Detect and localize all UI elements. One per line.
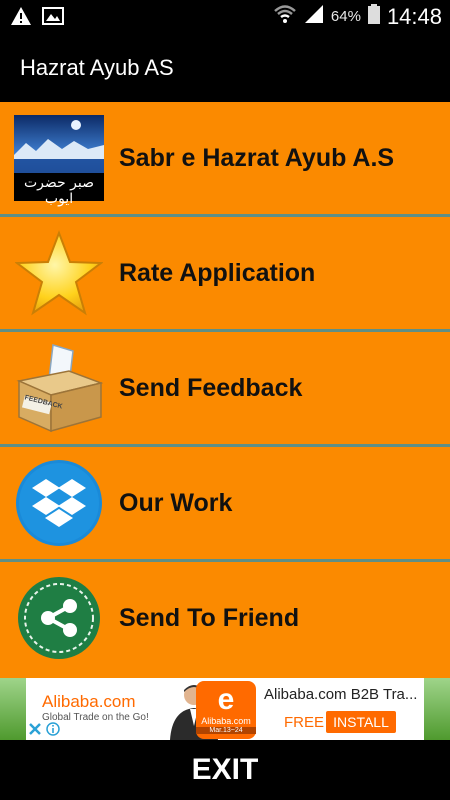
star-icon: [14, 228, 104, 318]
menu-item-label: Send Feedback: [119, 374, 303, 402]
exit-label: EXIT: [191, 753, 259, 786]
ad-banner[interactable]: Alibaba.com Global Trade on the Go! e Al…: [0, 678, 450, 740]
status-bar: 64% 14:48: [0, 0, 450, 33]
battery-icon: [367, 3, 381, 30]
clock: 14:48: [386, 3, 442, 29]
ad-close-area[interactable]: [26, 721, 62, 741]
menu-item-feedback[interactable]: FEEDBACK Send Feedback: [0, 332, 450, 444]
dropbox-icon: [14, 458, 104, 548]
ad-close-icon[interactable]: [28, 722, 42, 741]
ad-grass-left: [0, 678, 26, 740]
feedback-box-icon: FEEDBACK: [14, 343, 104, 433]
book-cover-icon: صبر حضرت ایوب: [14, 113, 104, 207]
menu-item-our-work[interactable]: Our Work: [0, 447, 450, 559]
app-title: Hazrat Ayub AS: [20, 55, 174, 80]
menu-item-send-to-friend[interactable]: Send To Friend: [0, 562, 450, 674]
wifi-icon: [273, 3, 297, 30]
cover-text: صبر حضرت ایوب: [24, 175, 94, 207]
image-icon: [42, 6, 64, 31]
app-bar: Hazrat Ayub AS: [0, 33, 450, 102]
exit-button[interactable]: EXIT: [0, 740, 450, 800]
menu-item-label: Our Work: [119, 489, 233, 517]
share-icon: [14, 573, 104, 663]
battery-percent: 64%: [330, 8, 361, 25]
menu-item-rate[interactable]: Rate Application: [0, 217, 450, 329]
ad-install-button[interactable]: INSTALL: [326, 711, 396, 733]
menu-list: صبر حضرت ایوب Sabr e Hazrat Ayub A.S Rat…: [0, 102, 450, 678]
ad-logo-name: Alibaba.com: [201, 716, 251, 726]
ad-content[interactable]: Alibaba.com Global Trade on the Go! e Al…: [26, 678, 424, 740]
warning-icon: [10, 6, 32, 31]
menu-item-sabr[interactable]: صبر حضرت ایوب Sabr e Hazrat Ayub A.S: [0, 102, 450, 214]
ad-app-logo: e Alibaba.com Mar.13~24: [196, 681, 256, 739]
ad-free-label: FREE: [284, 714, 325, 731]
ad-info-icon[interactable]: [46, 721, 60, 741]
signal-icon: [303, 3, 325, 30]
ad-logo-date: Mar.13~24: [196, 727, 256, 734]
menu-item-label: Sabr e Hazrat Ayub A.S: [119, 144, 395, 172]
ad-title: Alibaba.com B2B Tra...: [264, 686, 418, 703]
menu-item-label: Send To Friend: [119, 604, 300, 632]
status-right: 64% 14:48: [273, 3, 442, 30]
ad-logo-glyph: e: [217, 683, 235, 716]
status-left: [10, 6, 64, 31]
menu-item-label: Rate Application: [119, 259, 316, 287]
ad-brand: Alibaba.com: [42, 692, 136, 711]
ad-grass-right: [424, 678, 450, 740]
